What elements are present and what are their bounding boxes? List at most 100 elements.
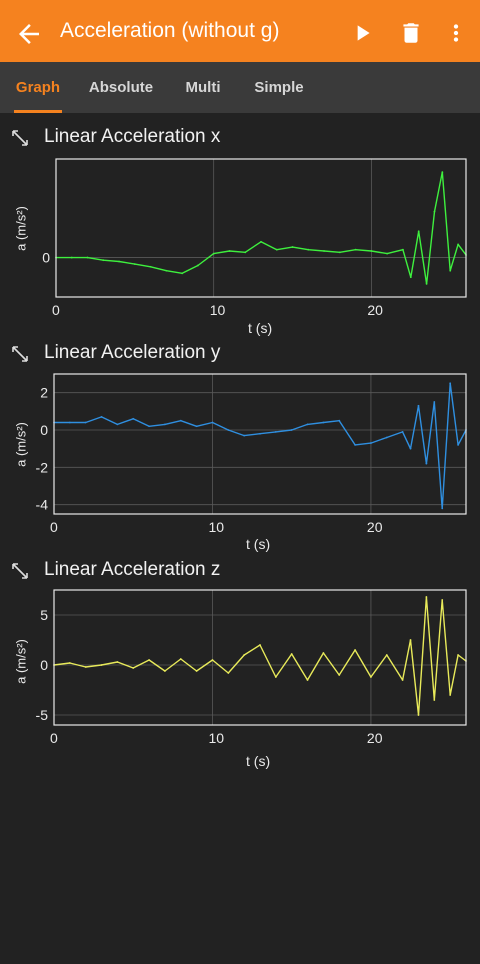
data-point [165,269,168,272]
data-point [354,649,356,651]
data-point [402,248,404,251]
y-tick-label: 0 [42,250,50,266]
data-point [244,251,247,254]
y-tick-label: -5 [36,707,49,723]
data-point [259,644,261,646]
y-tick-label: 0 [40,422,48,438]
data-point [441,599,444,601]
data-point [84,666,87,668]
data-point [449,382,452,385]
plot-frame [53,373,467,515]
data-point [417,714,420,716]
x-tick-label: 10 [208,730,224,746]
data-point [274,430,277,433]
data-point [133,263,136,266]
data-point [433,210,436,213]
plot-area[interactable]: 0 10 2020-2-4 [0,342,480,558]
tab-graph[interactable]: Graph [14,62,62,113]
data-point [386,252,389,255]
x-tick-label: 0 [50,730,58,746]
tab-absolute[interactable]: Absolute [86,62,156,113]
data-point [457,444,459,446]
data-point [132,417,135,420]
data-point [323,250,325,252]
active-tab-indicator [14,110,62,113]
tab-multi[interactable]: Multi [180,62,226,113]
data-point [212,252,215,255]
y-tick-label: -2 [36,459,49,475]
data-point [84,421,87,424]
tab-multi-label: Multi [185,79,221,96]
data-point [195,425,198,428]
data-point [164,423,166,426]
data-point [228,250,231,252]
data-point [86,256,89,259]
data-point [290,653,293,655]
tab-simple-label: Simple [254,79,304,96]
plot-area[interactable]: 0 10 20 0 [0,126,480,342]
data-point [354,248,357,251]
data-point [322,421,325,424]
x-tick-label: 20 [367,302,383,318]
play-icon[interactable] [349,20,375,46]
data-point [100,416,103,418]
data-point [417,230,420,233]
data-point [457,654,459,656]
data-point [409,447,412,450]
tab-simple[interactable]: Simple [252,62,306,113]
data-point [409,276,412,279]
y-axis-label: a (m/s²) [13,206,29,251]
data-point [197,264,199,267]
data-point [457,243,460,246]
data-point [227,672,230,674]
data-point [441,507,444,510]
data-point [385,436,388,439]
graph-linear-acceleration-x[interactable]: Linear Acceleration x 0 10 20 0 a (m/s²) t … [0,126,480,342]
data-point [227,429,230,431]
data-point [322,652,325,654]
graph-linear-acceleration-z[interactable]: Linear Acceleration z 0 10 20 5 0 -5 a (m/s²)… [0,559,480,775]
data-point [441,171,444,174]
data-point [260,240,262,243]
plot-frame [55,158,467,298]
data-point [179,658,182,660]
plot-area[interactable]: 0 10 2050-5 [0,559,480,775]
data-point [274,676,277,678]
data-point [164,670,166,672]
data-point [385,654,388,656]
x-tick-label: 10 [210,302,226,318]
y-tick-label: 2 [40,385,48,401]
tab-graph-label: Graph [15,79,61,96]
trash-icon[interactable] [398,20,424,46]
x-tick-label: 20 [367,519,383,535]
data-point [116,661,119,663]
data-point [401,679,404,681]
data-point [102,259,105,262]
data-point [68,421,71,424]
x-axis-label: t (s) [246,753,271,769]
data-point [449,694,452,696]
data-point [70,256,73,259]
page-title: Acceleration (without g) [60,19,280,42]
y-axis-label: a (m/s²) [13,422,29,467]
data-point [259,432,261,435]
data-point [306,423,309,426]
data-point [354,444,356,446]
x-tick-label: 0 [50,519,58,535]
graph-linear-acceleration-y[interactable]: Linear Acceleration y 0 10 20 2 0 -2 -4 a (m/s… [0,342,480,558]
more-vert-icon[interactable] [443,20,469,46]
data-point [370,442,372,444]
data-point [116,423,119,426]
data-point [149,265,152,268]
data-point [370,250,373,252]
back-arrow-icon[interactable] [14,19,44,49]
data-point [307,248,310,251]
data-point [132,667,135,669]
data-point [211,421,214,424]
y-axis-label: a (m/s²) [13,639,29,684]
data-point [449,269,452,272]
x-axis-label: t (s) [248,320,273,336]
data-point [68,662,71,664]
y-tick-label: 5 [40,607,48,623]
data-point [148,425,150,428]
